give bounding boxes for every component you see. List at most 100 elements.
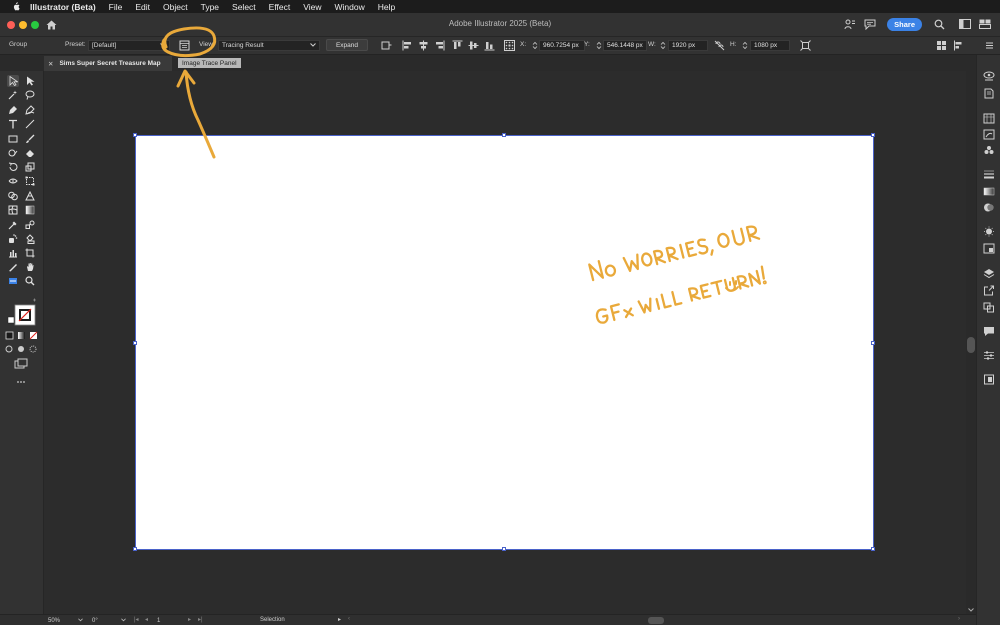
share-button[interactable]: Share <box>887 17 922 31</box>
zoom-dropdown-chevron-icon[interactable] <box>78 618 83 624</box>
color-mode-buttons[interactable] <box>5 331 39 341</box>
column-graph-tool-icon[interactable] <box>7 247 19 259</box>
curvature-tool-icon[interactable] <box>24 104 36 116</box>
comments-icon[interactable] <box>863 17 877 31</box>
comments-panel-icon[interactable] <box>983 325 995 337</box>
direct-selection-tool-icon[interactable] <box>24 75 36 87</box>
resize-handle-left[interactable] <box>133 341 137 345</box>
line-segment-tool-icon[interactable] <box>24 118 36 130</box>
vertical-scroll-thumb[interactable] <box>967 337 975 353</box>
resize-handle-bottom[interactable] <box>502 547 506 551</box>
menu-object[interactable]: Object <box>163 2 188 12</box>
resize-handle-top-left[interactable] <box>133 133 137 137</box>
edit-toolbar-icon[interactable] <box>15 376 27 388</box>
scroll-left-arrow-icon[interactable]: ‹ <box>348 616 350 622</box>
menu-type[interactable]: Type <box>201 2 219 12</box>
arrange-icon[interactable] <box>936 40 947 51</box>
document-tab[interactable]: ✕ Sims Super Secret Treasure Map <box>44 56 172 71</box>
width-tool-icon[interactable] <box>7 175 19 187</box>
align-horizontal-center-icon[interactable] <box>418 40 429 51</box>
menu-select[interactable]: Select <box>232 2 256 12</box>
lasso-tool-icon[interactable] <box>24 89 36 101</box>
blend-tool-icon[interactable] <box>24 219 36 231</box>
control-bar-menu-icon[interactable] <box>984 40 995 51</box>
resize-handle-top[interactable] <box>502 133 506 137</box>
rectangle-tool-icon[interactable] <box>7 133 19 145</box>
resize-handle-top-right[interactable] <box>871 133 875 137</box>
magic-wand-tool-icon[interactable] <box>7 89 19 101</box>
artboards-panel-icon[interactable] <box>983 373 995 385</box>
expand-button[interactable]: Expand <box>326 39 368 51</box>
selection-tool-icon[interactable] <box>7 75 19 87</box>
view-dropdown[interactable]: Tracing Result <box>218 40 320 51</box>
brushes-panel-icon[interactable] <box>983 128 995 140</box>
appearance-panel-icon[interactable] <box>983 225 995 237</box>
search-icon[interactable] <box>932 17 946 31</box>
hand-tool-icon[interactable] <box>24 261 36 273</box>
align-left-icon[interactable] <box>402 40 413 51</box>
rotation-dropdown-chevron-icon[interactable] <box>121 618 126 624</box>
free-transform-tool-icon[interactable] <box>24 175 36 187</box>
x-position-field[interactable]: 960.7254 px <box>539 40 585 51</box>
scroll-down-arrow-icon[interactable] <box>968 605 974 614</box>
close-tab-icon[interactable]: ✕ <box>48 60 53 68</box>
menu-effect[interactable]: Effect <box>269 2 291 12</box>
arrange-documents-icon[interactable] <box>978 17 992 31</box>
artboard-tool-icon[interactable] <box>24 247 36 259</box>
swatches-panel-icon[interactable] <box>983 112 995 124</box>
menu-view[interactable]: View <box>303 2 321 12</box>
scroll-right-arrow-icon[interactable]: › <box>958 616 960 622</box>
eraser-tool-icon[interactable] <box>24 147 36 159</box>
type-tool-icon[interactable] <box>7 118 19 130</box>
graphic-styles-panel-icon[interactable] <box>983 242 995 254</box>
gradient-panel-icon[interactable] <box>983 185 995 197</box>
gradient-tool-icon[interactable] <box>24 204 36 216</box>
screen-mode-icon[interactable] <box>14 358 28 370</box>
menu-help[interactable]: Help <box>378 2 395 12</box>
w-stepper-icon[interactable] <box>657 40 668 51</box>
scale-tool-icon[interactable] <box>24 161 36 173</box>
menu-app-name[interactable]: Illustrator (Beta) <box>30 2 96 12</box>
export-panel-icon[interactable] <box>983 284 995 296</box>
artboard-number-field[interactable]: 1 <box>155 616 189 625</box>
constrain-proportions-icon[interactable] <box>714 40 725 51</box>
drawing-mode-buttons[interactable] <box>5 344 39 354</box>
layers-panel-icon[interactable] <box>983 267 995 279</box>
pen-tool-icon[interactable] <box>7 104 19 116</box>
align-vertical-center-icon[interactable] <box>468 40 479 51</box>
symbols-panel-icon[interactable] <box>983 144 995 156</box>
stroke-panel-icon[interactable] <box>983 168 995 180</box>
eyedropper-tool-icon[interactable] <box>7 219 19 231</box>
last-artboard-icon[interactable]: ▸| <box>198 616 203 623</box>
menu-file[interactable]: File <box>109 2 123 12</box>
live-paint-bucket-tool-icon[interactable] <box>24 233 36 245</box>
canvas-area[interactable] <box>44 71 966 614</box>
zoom-tool-icon[interactable] <box>24 275 36 287</box>
shape-builder-tool-icon[interactable] <box>7 190 19 202</box>
artboard-navigator-icon[interactable] <box>7 275 19 287</box>
shaper-tool-icon[interactable] <box>7 147 19 159</box>
reference-point-icon[interactable] <box>504 40 515 51</box>
menu-edit[interactable]: Edit <box>135 2 150 12</box>
properties-panel-icon[interactable] <box>983 70 995 82</box>
previous-artboard-icon[interactable]: ◂ <box>145 616 148 623</box>
artboard[interactable] <box>133 133 875 551</box>
horizontal-scroll-thumb[interactable] <box>648 617 664 624</box>
align-bottom-icon[interactable] <box>484 40 495 51</box>
align-right-icon[interactable] <box>434 40 445 51</box>
slice-tool-icon[interactable] <box>7 261 19 273</box>
vertical-scrollbar[interactable] <box>966 71 976 614</box>
adjustments-panel-icon[interactable] <box>983 349 995 361</box>
menu-window[interactable]: Window <box>335 2 365 12</box>
resize-handle-bottom-left[interactable] <box>133 547 137 551</box>
learn-icon[interactable] <box>843 17 857 31</box>
image-trace-panel-icon[interactable] <box>179 40 190 51</box>
transparency-panel-icon[interactable] <box>983 201 995 213</box>
perspective-grid-tool-icon[interactable] <box>24 190 36 202</box>
align-top-icon[interactable] <box>452 40 463 51</box>
preset-dropdown[interactable]: [Default] <box>88 40 170 51</box>
workspace-switcher-icon[interactable] <box>958 17 972 31</box>
transform-icon[interactable] <box>800 40 811 51</box>
pathfinder-panel-icon[interactable] <box>983 301 995 313</box>
y-position-field[interactable]: 546.1448 px <box>603 40 647 51</box>
